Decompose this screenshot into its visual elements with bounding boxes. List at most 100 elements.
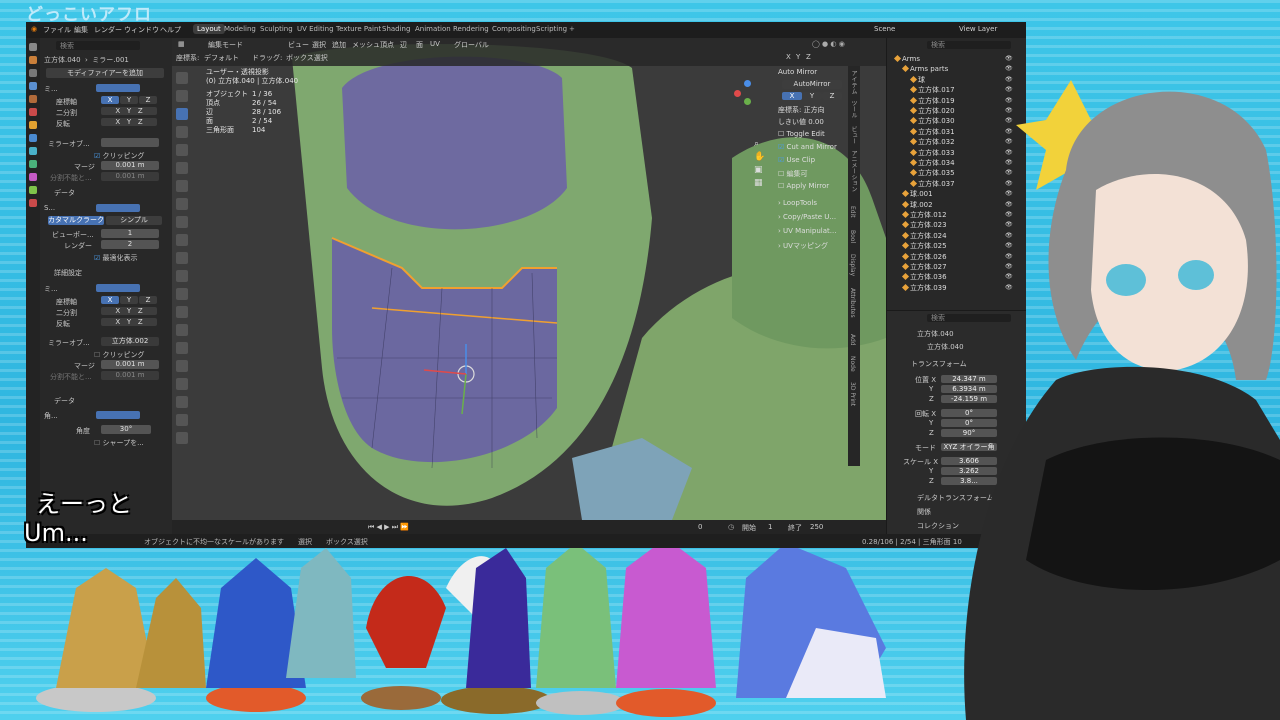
auto-mirror-axis-dropdown[interactable]: 正方向 <box>804 106 825 114</box>
mirror2-axis-x[interactable]: X <box>101 296 119 304</box>
sidebar-tab-add[interactable]: Add <box>849 334 856 346</box>
scene-selector[interactable]: Scene <box>874 25 895 33</box>
menu-window[interactable]: ウィンドウ <box>124 25 159 35</box>
subsurf-toggle-icons[interactable] <box>96 204 140 212</box>
grid-icon[interactable]: ▦ <box>754 177 765 190</box>
menu-file[interactable]: ファイル <box>43 25 71 35</box>
poly-build-tool-icon[interactable] <box>176 324 188 336</box>
advanced-subpanel[interactable]: 詳細設定 <box>54 268 82 278</box>
tab-sculpting[interactable]: Sculpting <box>260 25 293 33</box>
mirror1-data-subpanel[interactable]: データ <box>54 188 75 198</box>
bevel-angle-field[interactable]: 30° <box>101 425 151 434</box>
threshold-field[interactable]: 0.00 <box>808 118 824 126</box>
pan-hand-icon[interactable]: ✋ <box>754 151 765 164</box>
coord-dropdown[interactable]: デフォルト <box>204 53 239 63</box>
mirror2-axis-z[interactable]: Z <box>139 296 157 304</box>
sidebar-tab-animation[interactable]: アニメーション <box>849 150 858 192</box>
particles-tab-icon[interactable] <box>29 147 37 155</box>
mirror1-axis-x[interactable]: X <box>101 96 119 104</box>
tab-animation[interactable]: Animation <box>415 25 451 33</box>
add-modifier-button[interactable]: モディファイアーを追加 <box>46 68 164 78</box>
mirror1-object-field[interactable] <box>101 138 159 147</box>
subsurf-viewport-field[interactable]: 1 <box>101 229 159 238</box>
menu-add[interactable]: 追加 <box>332 40 346 50</box>
rip-tool-icon[interactable] <box>176 432 188 444</box>
render-tab-icon[interactable] <box>29 56 37 64</box>
mirror1-bisect-buttons[interactable]: X Y Z <box>101 107 157 115</box>
mirror2-name[interactable]: ミ... <box>44 285 58 293</box>
bevel-tool-icon[interactable] <box>176 270 188 282</box>
sidebar-tab-3d-print[interactable]: 3D Print <box>849 382 856 406</box>
world-tab-icon[interactable] <box>29 108 37 116</box>
menu-select[interactable]: 選択 <box>312 40 326 50</box>
playback-controls[interactable]: ⏮ ◀ ▶ ⏭ ⏩ <box>368 523 409 532</box>
menu-vertex[interactable]: 頂点 <box>380 40 394 50</box>
axis-y-toggle[interactable]: Y <box>796 53 800 61</box>
object-tab-icon[interactable] <box>29 121 37 129</box>
subsurf-render-field[interactable]: 2 <box>101 240 159 249</box>
sidebar-tab-view[interactable]: ビュー <box>849 126 858 144</box>
mirror1-bisect-distance-field[interactable]: 0.001 m <box>101 172 159 181</box>
sidebar-tab-attributes[interactable]: Attributes <box>849 288 856 318</box>
camera-icon[interactable]: ▣ <box>754 164 765 177</box>
add-workspace-icon[interactable]: + <box>569 25 575 33</box>
catmull-clark-button[interactable]: カタマルクラーク <box>48 216 104 225</box>
3d-viewport[interactable]: ▦ 編集モード ビュー 選択 追加 メッシュ 頂点 辺 面 UV グローバル 座… <box>172 38 886 520</box>
mirror2-data-subpanel[interactable]: データ <box>54 396 75 406</box>
mode-selector[interactable]: 編集モード <box>208 40 243 50</box>
navigation-gizmo[interactable] <box>732 78 762 108</box>
mirror2-axis-y[interactable]: Y <box>120 296 138 304</box>
scale-tool-icon[interactable] <box>176 144 188 156</box>
tool-tab-icon[interactable] <box>29 43 37 51</box>
mirror1-name[interactable]: ミ... <box>44 85 58 93</box>
auto-mirror-header[interactable]: Auto Mirror <box>778 68 817 76</box>
menu-help[interactable]: ヘルプ <box>160 25 181 35</box>
sidebar-tab-node[interactable]: Node <box>849 356 856 372</box>
menu-edge[interactable]: 辺 <box>400 40 407 50</box>
view-layer-selector[interactable]: View Layer <box>959 25 997 33</box>
menu-edit[interactable]: 編集 <box>74 25 88 35</box>
cursor-tool-icon[interactable] <box>176 90 188 102</box>
menu-view[interactable]: ビュー <box>288 40 309 50</box>
mirror1-merge-field[interactable]: 0.001 m <box>101 161 159 170</box>
mirror2-merge-field[interactable]: 0.001 m <box>101 360 159 369</box>
tab-scripting[interactable]: Scripting <box>536 25 567 33</box>
mirror2-toggle-icons[interactable] <box>96 284 140 292</box>
panel-search-input[interactable]: 検索 <box>56 41 140 50</box>
blender-logo-icon[interactable]: ◉ <box>31 25 37 33</box>
menu-mesh[interactable]: メッシュ <box>352 40 380 50</box>
physics-tab-icon[interactable] <box>29 160 37 168</box>
zoom-icon[interactable]: ⌕ <box>754 138 765 151</box>
shear-tool-icon[interactable] <box>176 414 188 426</box>
auto-mirror-z[interactable]: Z <box>822 92 842 100</box>
tab-compositing[interactable]: Compositing <box>492 25 536 33</box>
auto-mirror-button[interactable]: AutoMirror <box>782 80 842 89</box>
axis-z-toggle[interactable]: Z <box>806 53 811 61</box>
smooth-tool-icon[interactable] <box>176 360 188 372</box>
tab-layout[interactable]: Layout <box>193 24 225 34</box>
shading-mode-icons[interactable]: ◯ ● ◐ ◉ <box>812 40 845 48</box>
tab-shading[interactable]: Shading <box>382 25 410 33</box>
end-field[interactable]: 250 <box>810 523 823 531</box>
spin-tool-icon[interactable] <box>176 342 188 354</box>
auto-mirror-x[interactable]: X <box>782 92 802 100</box>
sidebar-tab-edit[interactable]: Edit <box>849 206 856 218</box>
data-tab-icon[interactable] <box>29 186 37 194</box>
move-tool-icon[interactable] <box>176 108 188 120</box>
axis-x-toggle[interactable]: X <box>786 53 791 61</box>
mirror1-axis-y[interactable]: Y <box>120 96 138 104</box>
start-field[interactable]: 1 <box>768 523 772 531</box>
select-tool-icon[interactable] <box>176 72 188 84</box>
auto-mirror-y[interactable]: Y <box>802 92 822 100</box>
inset-tool-icon[interactable] <box>176 252 188 264</box>
menu-uv[interactable]: UV <box>430 40 440 48</box>
add-cube-tool-icon[interactable] <box>176 216 188 228</box>
simple-button[interactable]: シンプル <box>106 216 162 225</box>
sidebar-tab-item[interactable]: アイテム <box>849 70 858 94</box>
transform-tool-icon[interactable] <box>176 162 188 174</box>
subsurf-name[interactable]: S... <box>44 204 55 212</box>
mirror2-bisect-distance-field[interactable]: 0.001 m <box>101 371 159 380</box>
mirror1-flip-buttons[interactable]: X Y Z <box>101 118 157 126</box>
menu-render[interactable]: レンダー <box>94 25 122 35</box>
material-tab-icon[interactable] <box>29 199 37 207</box>
